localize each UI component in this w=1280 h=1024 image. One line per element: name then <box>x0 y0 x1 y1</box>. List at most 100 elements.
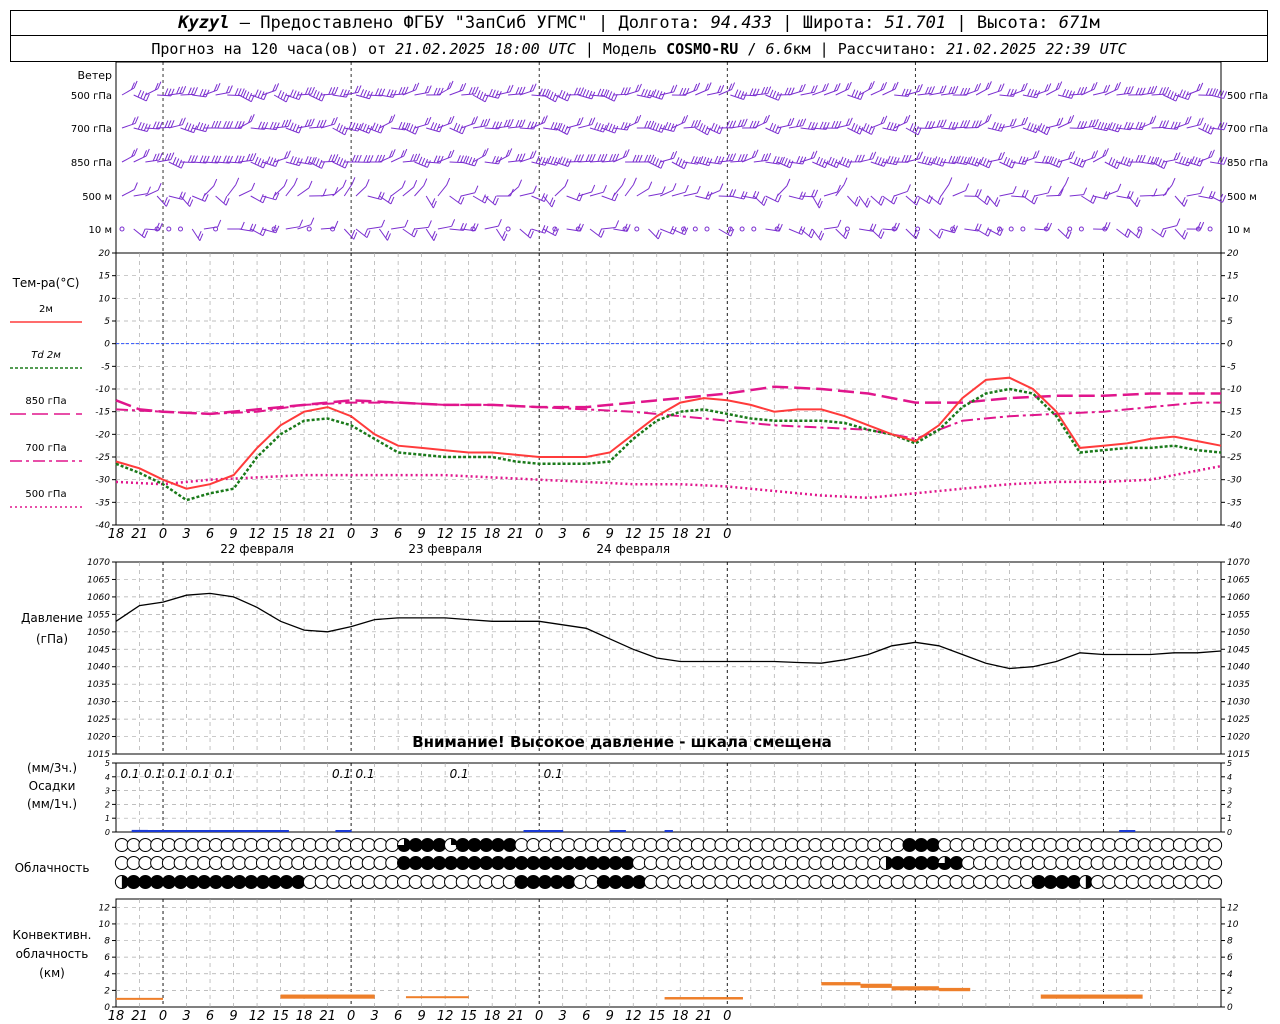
wind-barb-feather <box>1158 120 1163 128</box>
wind-barb-feather <box>906 184 911 192</box>
wind-barb-feather <box>359 122 364 130</box>
wind-barb <box>882 88 896 96</box>
wind-barb <box>987 195 998 208</box>
wind-barb-feather <box>366 90 370 99</box>
wind-barb-feather <box>868 125 873 134</box>
wind-barb-feather <box>1171 177 1176 186</box>
cloud-circle <box>890 838 905 852</box>
wind-barb <box>507 186 519 197</box>
wind-barb-feather <box>579 223 584 232</box>
wind-barb-feather <box>145 93 150 102</box>
cloud-circle <box>784 838 799 852</box>
wind-barb-feather <box>211 120 216 129</box>
wind-barb-feather <box>387 233 391 241</box>
wind-barb-feather <box>1123 157 1128 165</box>
conv-segment <box>821 982 861 986</box>
cloud-full <box>279 875 293 889</box>
wind-barb <box>495 228 505 242</box>
wind-barb-feather <box>143 123 148 131</box>
cloud-circle <box>1078 856 1093 870</box>
wind-barb-feather <box>351 154 356 163</box>
wind-barb-feather <box>605 122 610 130</box>
y-tick-label-right: 4 <box>1227 773 1232 782</box>
wind-barb-feather <box>474 86 479 95</box>
cloud-circle <box>1008 838 1023 852</box>
wind-barb-feather <box>217 120 222 129</box>
cloud-circle <box>784 856 799 870</box>
cloud-circle <box>1149 838 1164 852</box>
cloud-circle <box>996 838 1011 852</box>
cloud-circle <box>761 875 776 889</box>
wind-barb-feather <box>675 157 680 165</box>
cloud-circle <box>749 838 764 852</box>
wind-barb-feather <box>246 153 251 162</box>
precip-bar <box>202 830 211 832</box>
wind-barb-feather <box>1077 121 1081 129</box>
cloud-circle <box>596 838 611 852</box>
wind-barb-feather <box>774 125 779 133</box>
wind-barb-feather <box>567 159 572 167</box>
y-tick-label-left: -20 <box>95 430 110 440</box>
y-tick-label-right: 8 <box>1227 937 1233 947</box>
wind-barb-feather <box>1021 189 1026 198</box>
cloud-circle <box>714 856 729 870</box>
wind-barb-feather <box>652 156 657 165</box>
wind-barb-feather <box>484 147 489 156</box>
wind-barb-feather <box>1073 156 1078 164</box>
wind-barb-feather <box>901 88 906 96</box>
wind-barb-feather <box>966 120 971 128</box>
cloud-full <box>479 838 493 852</box>
wind-barb <box>156 195 167 207</box>
wind-barb-feather <box>644 154 649 163</box>
wind-barb-feather <box>202 123 207 132</box>
cloud-circle <box>796 856 811 870</box>
wind-barb-feather <box>597 154 602 162</box>
cloud-circle <box>314 875 329 889</box>
wind-barb-feather <box>661 186 666 194</box>
wind-barb-feather <box>362 123 367 132</box>
wind-barb-feather <box>416 153 421 161</box>
wind-barb-feather <box>449 80 454 89</box>
wind-barb-feather <box>164 153 169 161</box>
wind-barb-feather <box>1097 121 1102 130</box>
wind-barb-feather <box>307 87 312 95</box>
time-tick-label: 15 <box>648 1009 665 1024</box>
calm-circle <box>166 226 172 232</box>
wind-barb-feather <box>594 122 599 130</box>
precip-bar <box>131 829 141 832</box>
y-tick-label-left: -15 <box>95 408 110 418</box>
wind-barb-feather <box>561 124 566 132</box>
cloud-circle <box>996 856 1011 870</box>
wind-barb-feather <box>550 156 555 165</box>
wind-barb <box>180 195 191 207</box>
wind-barb-feather <box>603 184 607 193</box>
wind-barb-feather <box>732 189 737 197</box>
wind-barb-feather <box>600 230 605 238</box>
wind-barb-feather <box>158 152 163 161</box>
wind-barb-feather <box>657 159 662 168</box>
wind-barb <box>238 159 253 163</box>
wind-barb-feather <box>535 155 540 164</box>
precip-bar <box>264 830 274 832</box>
calm-circle <box>119 226 125 232</box>
y-tick-label-right: 1070 <box>1227 558 1250 568</box>
cloud-full <box>479 856 493 870</box>
time-tick-label: 18 <box>296 1009 313 1024</box>
y-tick-label-right: -5 <box>1227 362 1236 372</box>
cloud-full <box>950 856 964 870</box>
cloud-circle <box>1184 856 1199 870</box>
wind-barb-feather <box>614 125 619 134</box>
cloud-circle <box>244 856 259 870</box>
wind-barb-feather <box>292 123 297 131</box>
wind-barb-feather <box>1117 183 1122 192</box>
calm-circle <box>692 226 698 232</box>
precip-bar <box>241 830 250 832</box>
cloud-panel-title: Облачность <box>15 861 90 875</box>
wind-barb-feather <box>307 118 312 127</box>
time-tick-label: 21 <box>131 1009 148 1024</box>
calm-circle <box>306 226 312 232</box>
wind-barb-feather <box>814 189 819 198</box>
cloud-circle <box>408 875 423 889</box>
wind-barb-feather <box>398 87 403 95</box>
wind-barb <box>437 184 448 197</box>
